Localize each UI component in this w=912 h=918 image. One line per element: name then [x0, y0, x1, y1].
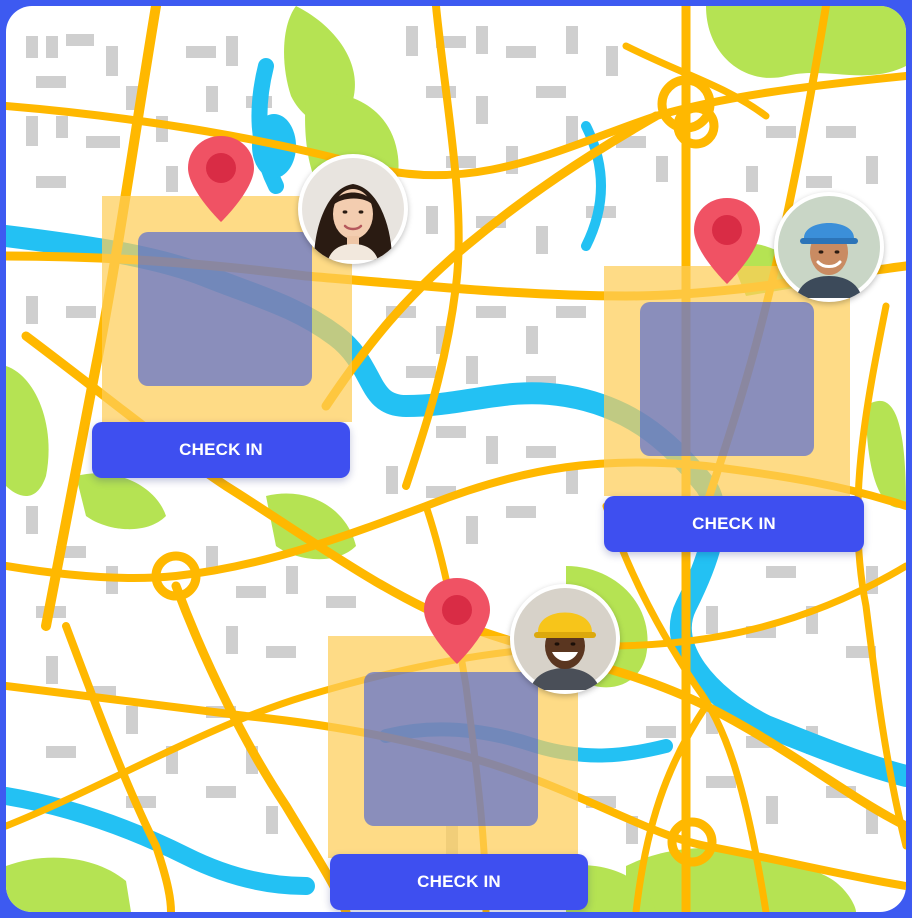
- location-pin-icon[interactable]: [422, 576, 492, 666]
- geofence-inner-1: [138, 232, 312, 386]
- location-pin-icon[interactable]: [186, 134, 256, 224]
- geofence-inner-3: [364, 672, 538, 826]
- worker-yellow-helmet-portrait-icon: [514, 588, 616, 690]
- avatar-woman[interactable]: [298, 154, 408, 264]
- avatar-worker-yellow-helmet[interactable]: [510, 584, 620, 694]
- check-in-button-1[interactable]: CHECK IN: [92, 422, 350, 478]
- geofence-inner-2: [640, 302, 814, 456]
- worker-blue-helmet-portrait-icon: [778, 196, 880, 298]
- check-in-button-2[interactable]: CHECK IN: [604, 496, 864, 552]
- woman-portrait-icon: [302, 158, 404, 260]
- location-pin-icon[interactable]: [692, 196, 762, 286]
- avatar-worker-blue-helmet[interactable]: [774, 192, 884, 302]
- map-frame: CHECK IN CHECK IN CHECK IN: [6, 6, 906, 912]
- check-in-button-3[interactable]: CHECK IN: [330, 854, 588, 910]
